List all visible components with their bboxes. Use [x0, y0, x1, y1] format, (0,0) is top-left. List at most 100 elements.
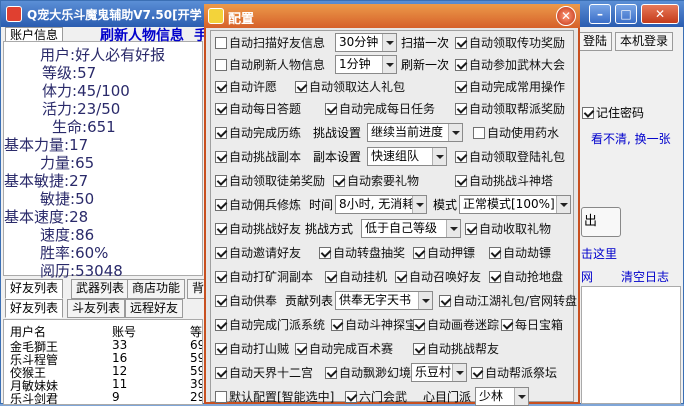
friend-account[interactable]: 9 — [112, 390, 120, 404]
logout-button[interactable]: 出 — [581, 207, 621, 237]
checkbox-icon[interactable] — [215, 343, 227, 355]
option-default-cfg-checkbox[interactable]: 默认配置[智能选中] — [215, 389, 334, 405]
checkbox-icon[interactable] — [215, 199, 227, 211]
checkbox-icon[interactable] — [455, 81, 467, 93]
checkbox-icon[interactable] — [215, 271, 227, 283]
friend-account[interactable]: 16 — [112, 351, 127, 365]
friend-level[interactable]: 39 — [190, 377, 202, 391]
option-escort-checkbox[interactable]: 自动押镖 — [413, 245, 475, 261]
checkbox-icon[interactable] — [215, 151, 227, 163]
option-collect-gift-checkbox[interactable]: 自动收取礼物 — [465, 221, 551, 237]
option-apprentice-checkbox[interactable]: 自动领取徒弟奖励 — [215, 173, 325, 189]
checkbox-icon[interactable] — [501, 319, 513, 331]
option-mine-checkbox[interactable]: 自动打矿洞副本 — [215, 269, 313, 285]
chevron-down-icon[interactable] — [452, 364, 466, 381]
checkbox-icon[interactable] — [215, 37, 227, 49]
checkbox-icon[interactable] — [489, 271, 501, 283]
option-ask-gift-checkbox[interactable]: 自动索要礼物 — [333, 173, 419, 189]
chevron-down-icon[interactable] — [556, 196, 570, 213]
friend-account[interactable]: 12 — [112, 364, 127, 378]
checkbox-icon[interactable] — [215, 295, 227, 307]
checkbox-icon[interactable] — [395, 271, 407, 283]
checkbox-icon[interactable] — [325, 103, 337, 115]
chevron-down-icon[interactable] — [382, 56, 396, 73]
checkbox-icon[interactable] — [215, 319, 227, 331]
option-lottery-checkbox[interactable]: 自动转盘抽奖 — [319, 245, 405, 261]
tab-login[interactable]: 登陆 — [578, 32, 613, 51]
checkbox-icon[interactable] — [413, 319, 425, 331]
option-invite-checkbox[interactable]: 自动邀请好友 — [215, 245, 301, 261]
option-refresh-info-checkbox[interactable]: 自动刷新人物信息 — [215, 57, 325, 73]
friend-level[interactable]: 29 — [190, 390, 202, 404]
checkbox-icon[interactable] — [455, 103, 467, 115]
option-daily-task-checkbox[interactable]: 自动完成每日任务 — [325, 101, 435, 117]
friend-account[interactable]: 11 — [112, 377, 127, 391]
select-refresh-interval[interactable]: 1分钟 — [335, 55, 397, 74]
config-title-bar[interactable]: 配置 ✕ — [204, 4, 580, 28]
maximize-icon[interactable]: □ — [615, 4, 637, 24]
select-time-value[interactable]: 8小时, 无消耗 — [335, 195, 427, 214]
select-dungeon-value[interactable]: 快速组队 — [367, 147, 447, 166]
option-complete-ops-checkbox[interactable]: 自动完成常用操作 — [455, 79, 565, 95]
checkbox-icon[interactable] — [295, 343, 307, 355]
friend-name[interactable]: 乐斗剑君 — [10, 390, 58, 404]
checkbox-icon[interactable] — [473, 127, 485, 139]
select-scan-interval[interactable]: 30分钟 — [335, 33, 397, 52]
checkbox-icon[interactable] — [215, 59, 227, 71]
option-maze-checkbox[interactable]: 自动画卷迷踪 — [413, 317, 499, 333]
option-join-martial-checkbox[interactable]: 自动参加武林大会 — [455, 57, 565, 73]
checkbox-icon[interactable] — [455, 151, 467, 163]
select-offer-value[interactable]: 供奉无字天书 — [335, 291, 433, 310]
select-fight-mode-value[interactable]: 低于自己等级 — [361, 219, 461, 238]
checkbox-icon[interactable] — [325, 367, 337, 379]
checkbox-icon[interactable] — [215, 367, 227, 379]
checkbox-icon[interactable] — [331, 319, 343, 331]
checkbox-icon[interactable] — [325, 271, 337, 283]
option-fight-friend-checkbox[interactable]: 自动挑战好友 — [215, 221, 301, 237]
select-mode-value[interactable]: 正常模式[100%] — [459, 195, 571, 214]
option-guild-fight-checkbox[interactable]: 自动挑战帮友 — [413, 341, 499, 357]
checkbox-icon[interactable] — [215, 127, 227, 139]
tab-shop[interactable]: 商店功能 — [127, 279, 186, 299]
option-tower-checkbox[interactable]: 自动挑战斗神塔 — [455, 173, 553, 189]
checkbox-icon[interactable] — [455, 175, 467, 187]
option-grab-land-checkbox[interactable]: 自动抢地盘 — [489, 269, 563, 285]
captcha-refresh-link[interactable]: 看不清, 换一张 — [591, 131, 671, 147]
friend-account[interactable]: 33 — [112, 338, 127, 352]
option-illusion-checkbox[interactable]: 自动飘渺幻境 — [325, 365, 411, 381]
option-twelve-checkbox[interactable]: 自动天界十二宫 — [215, 365, 313, 381]
option-hundred-checkbox[interactable]: 自动完成百术赛 — [295, 341, 393, 357]
chevron-down-icon[interactable] — [448, 124, 462, 141]
chevron-down-icon[interactable] — [418, 292, 432, 309]
main-close-icon[interactable]: ✕ — [641, 4, 679, 24]
checkbox-icon[interactable] — [295, 81, 307, 93]
option-scan-friend-checkbox[interactable]: 自动扫描好友信息 — [215, 35, 325, 51]
tab-weapon-list[interactable]: 武器列表 — [71, 279, 130, 299]
subtab-friend-list[interactable]: 好友列表 — [5, 299, 64, 318]
option-dungeon-checkbox[interactable]: 自动挑战副本 — [215, 149, 301, 165]
minimize-icon[interactable]: – — [589, 4, 611, 24]
config-close-icon[interactable]: ✕ — [556, 6, 576, 26]
checkbox-icon[interactable] — [215, 103, 227, 115]
chevron-down-icon[interactable] — [432, 148, 446, 165]
option-trial-checkbox[interactable]: 自动完成历练 — [215, 125, 301, 141]
option-daily-quiz-checkbox[interactable]: 自动每日答题 — [215, 101, 301, 117]
checkbox-icon[interactable] — [455, 59, 467, 71]
net-link[interactable]: 网 — [581, 269, 593, 285]
tab-friend-list[interactable]: 好友列表 — [5, 279, 64, 299]
clear-log-link[interactable]: 清空日志 — [621, 269, 669, 285]
checkbox-icon[interactable] — [215, 175, 227, 187]
option-hire-checkbox[interactable]: 自动佣兵修炼 — [215, 197, 301, 213]
option-use-potion-checkbox[interactable]: 自动使用药水 — [473, 125, 559, 141]
option-peak-gift-checkbox[interactable]: 自动领取登陆礼包 — [455, 149, 565, 165]
checkbox-icon[interactable] — [413, 247, 425, 259]
chevron-down-icon[interactable] — [514, 388, 528, 405]
option-jianghu-checkbox[interactable]: 自动江湖礼包/官网转盘 — [439, 293, 577, 309]
checkbox-icon[interactable] — [215, 223, 227, 235]
checkbox-icon[interactable] — [333, 175, 345, 187]
checkbox-icon[interactable] — [439, 295, 451, 307]
option-auto-wish-checkbox[interactable]: 自动许愿 — [215, 79, 277, 95]
option-bandit-checkbox[interactable]: 自动打山贼 — [215, 341, 289, 357]
checkbox-icon[interactable] — [215, 81, 227, 93]
refresh-info-link[interactable]: 刷新人物信息 — [100, 28, 184, 44]
